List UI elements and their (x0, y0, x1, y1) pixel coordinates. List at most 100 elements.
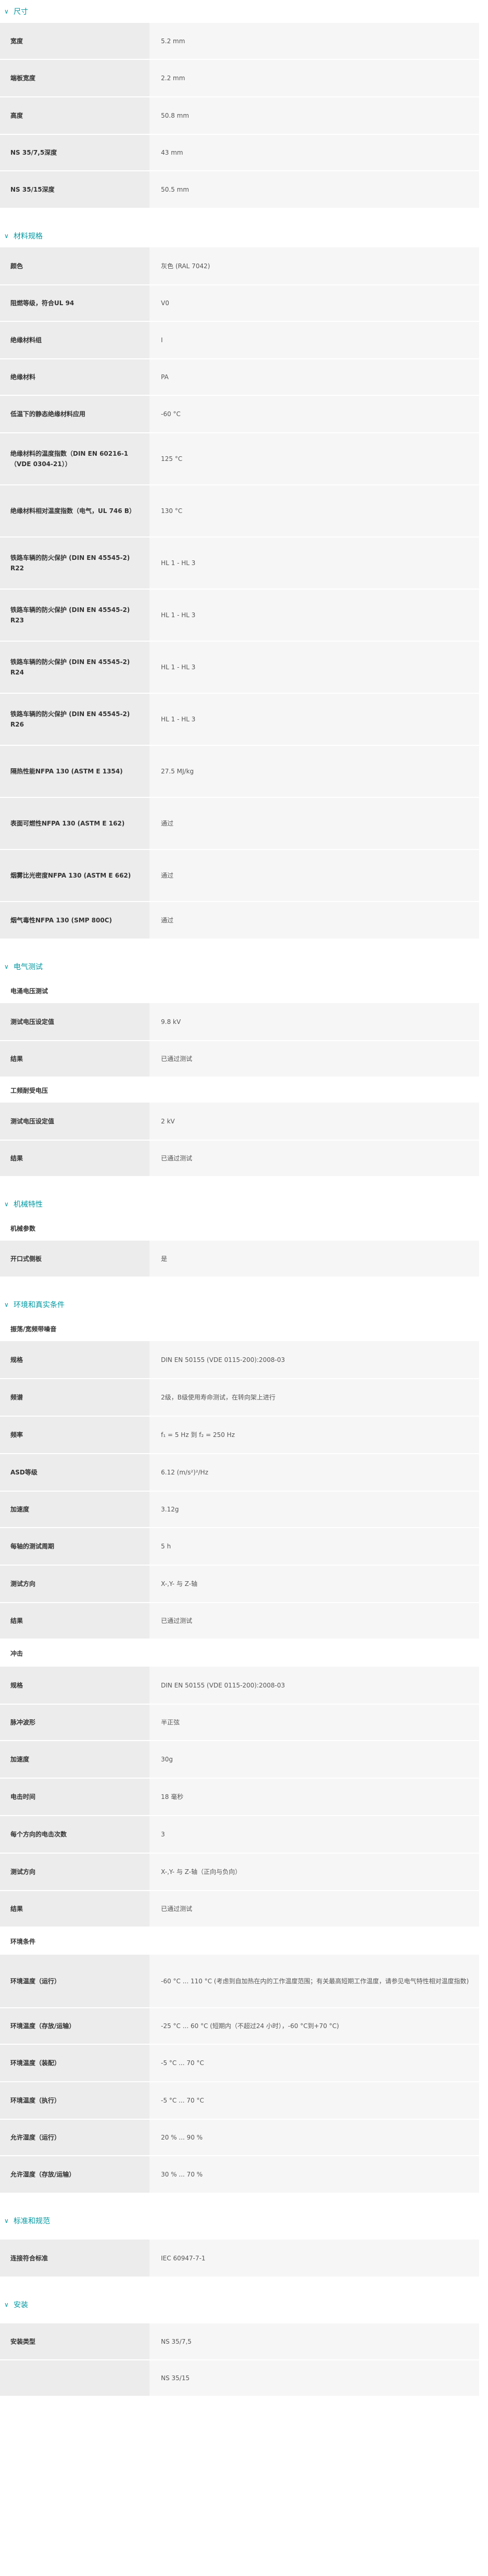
spec-table-material: 颜色 灰色 (RAL 7042) 阻燃等级，符合UL 94 V0 绝缘材料组 I 绝缘… (0, 247, 479, 940)
spec-value: 125 °C (149, 433, 479, 485)
spec-row: 铁路车辆的防火保护 (DIN EN 45545-2) R23 HL 1 - HL … (0, 589, 479, 642)
spec-row: 测试电压设定值 2 kV (0, 1103, 479, 1141)
spec-key: 测试电压设定值 (0, 1003, 149, 1041)
spec-row: 隔热性能NFPA 130 (ASTM E 1354) 27.5 MJ/kg (0, 745, 479, 798)
spec-value: NS 35/15 (149, 2360, 479, 2397)
spec-row: 铁路车辆的防火保护 (DIN EN 45545-2) R24 HL 1 - HL … (0, 641, 479, 694)
section-header-mechanical[interactable]: ∨ 机械特性 (0, 1193, 488, 1216)
spec-value: X-,Y- 与 Z-轴 (149, 1565, 479, 1603)
chevron-down-icon: ∨ (4, 1201, 9, 1208)
spec-row: 结果 已通过测试 (0, 1041, 479, 1078)
spec-value: 5.2 mm (149, 23, 479, 60)
spec-key: 环境温度（装配） (0, 2044, 149, 2082)
spec-key: 端板宽度 (0, 59, 149, 97)
spec-key: 低温下的静态绝缘材料应用 (0, 395, 149, 433)
spec-row: 结果 已通过测试 (0, 1891, 479, 1928)
spec-key: 隔热性能NFPA 130 (ASTM E 1354) (0, 745, 149, 798)
spec-row: 高度 50.8 mm (0, 97, 479, 135)
section-title: 机械特性 (14, 1201, 43, 1209)
spec-value: 43 mm (149, 134, 479, 171)
spec-value: 3.12g (149, 1491, 479, 1528)
spec-row: 环境温度（运行） -60 °C ... 110 °C (考虑到自加热在内的工作温度… (0, 1955, 479, 2008)
spec-value: DIN EN 50155 (VDE 0115-200):2008-03 (149, 1341, 479, 1379)
spec-row: 连接符合标准 IEC 60947-7-1 (0, 2240, 479, 2278)
subsection-title: 电涌电压测试 (10, 987, 48, 995)
spec-row: 测试方向 X-,Y- 与 Z-轴（正向与负向） (0, 1853, 479, 1891)
spec-row: 低温下的静态绝缘材料应用 -60 °C (0, 395, 479, 433)
subsection-title: 工频耐受电压 (10, 1086, 48, 1094)
spec-row: 烟气毒性NFPA 130 (SMP 800C) 通过 (0, 902, 479, 940)
spec-key: 允许湿度（存放/运输） (0, 2156, 149, 2194)
spec-key: 脉冲波形 (0, 1704, 149, 1741)
spec-row: 绝缘材料的温度指数（DIN EN 60216-1（VDE 0304-21）） 12… (0, 433, 479, 485)
spec-row: 频率 f₁ = 5 Hz 到 f₂ = 250 Hz (0, 1416, 479, 1454)
spec-key: 高度 (0, 97, 149, 135)
spec-key: 每轴的测试周期 (0, 1528, 149, 1566)
spec-value: -5 °C ... 70 °C (149, 2082, 479, 2120)
spec-row: NS 35/15深度 50.5 mm (0, 171, 479, 209)
spec-key: 测试方向 (0, 1565, 149, 1603)
spec-value: HL 1 - HL 3 (149, 641, 479, 694)
spec-row: 铁路车辆的防火保护 (DIN EN 45545-2) R26 HL 1 - HL … (0, 693, 479, 746)
spec-row: ASD等级 6.12 (m/s²)²/Hz (0, 1454, 479, 1492)
section-title: 安装 (14, 2301, 28, 2309)
spec-value: 2 kV (149, 1103, 479, 1141)
spec-key: 连接符合标准 (0, 2240, 149, 2278)
spec-value: IEC 60947-7-1 (149, 2240, 479, 2278)
spec-key: 表面可燃性NFPA 130 (ASTM E 162) (0, 797, 149, 850)
section-header-environment[interactable]: ∨ 环境和真实条件 (0, 1293, 488, 1316)
subsection-title: 振荡/宽频带噪音 (10, 1325, 57, 1333)
spec-row: 规格 DIN EN 50155 (VDE 0115-200):2008-03 (0, 1341, 479, 1379)
spec-key: 铁路车辆的防火保护 (DIN EN 45545-2) R22 (0, 537, 149, 590)
section-header-mounting[interactable]: ∨ 安装 (0, 2293, 488, 2316)
section-header-dimensions[interactable]: ∨ 尺寸 (0, 0, 488, 23)
spec-table-dimensions: 宽度 5.2 mm 端板宽度 2.2 mm 高度 50.8 mm NS 35/7,5深… (0, 23, 479, 209)
spec-page: ∨ 尺寸 宽度 5.2 mm 端板宽度 2.2 mm 高度 50.8 mm NS 35/… (0, 0, 488, 2397)
spec-row: 安装类型 NS 35/7,5 (0, 2323, 479, 2360)
spec-key: 铁路车辆的防火保护 (DIN EN 45545-2) R24 (0, 641, 149, 694)
spec-key: 铁路车辆的防火保护 (DIN EN 45545-2) R26 (0, 693, 149, 746)
spec-row: 允许湿度（运行） 20 % ... 90 % (0, 2119, 479, 2156)
section-title: 材料规格 (14, 232, 43, 241)
spec-key: 频率 (0, 1416, 149, 1454)
spec-key: 烟雾比光密度NFPA 130 (ASTM E 662) (0, 849, 149, 902)
spec-value: 半正弦 (149, 1704, 479, 1741)
spec-value: f₁ = 5 Hz 到 f₂ = 250 Hz (149, 1416, 479, 1454)
spec-value: HL 1 - HL 3 (149, 537, 479, 590)
spec-value: 2级，B级使用寿命测试，在转向架上进行 (149, 1379, 479, 1417)
spec-key: 开口式侧板 (0, 1241, 149, 1278)
spec-row: 每轴的测试周期 5 h (0, 1528, 479, 1566)
spec-row: 频谱 2级，B级使用寿命测试，在转向架上进行 (0, 1379, 479, 1417)
spec-row: 每个方向的电击次数 3 (0, 1816, 479, 1854)
spec-row: NS 35/7,5深度 43 mm (0, 134, 479, 171)
subsection-title: 机械参数 (10, 1224, 36, 1232)
spec-value: -5 °C ... 70 °C (149, 2044, 479, 2082)
spec-key: NS 35/15深度 (0, 171, 149, 209)
chevron-down-icon: ∨ (4, 232, 9, 240)
spec-table-mechanical: 开口式侧板是 (0, 1241, 479, 1278)
spec-key: 规格 (0, 1341, 149, 1379)
spec-row: 脉冲波形 半正弦 (0, 1704, 479, 1741)
spec-key: 绝缘材料 (0, 359, 149, 396)
section-title: 环境和真实条件 (14, 1301, 65, 1309)
section-header-standards[interactable]: ∨ 标准和规范 (0, 2209, 488, 2232)
chevron-down-icon: ∨ (4, 963, 9, 970)
spec-table-shock: 规格 DIN EN 50155 (VDE 0115-200):2008-03 脉冲… (0, 1667, 479, 1928)
chevron-down-icon: ∨ (4, 2301, 9, 2308)
spec-key: 烟气毒性NFPA 130 (SMP 800C) (0, 902, 149, 940)
spec-key: 颜色 (0, 247, 149, 285)
spec-value: 30 % ... 70 % (149, 2156, 479, 2194)
spec-key: ASD等级 (0, 1454, 149, 1492)
spec-row: 环境温度（装配） -5 °C ... 70 °C (0, 2044, 479, 2082)
spec-key: 安装类型 (0, 2323, 149, 2360)
spec-row: 绝缘材料 PA (0, 359, 479, 396)
spec-value: -25 °C ... 60 °C (短期内（不超过24 小时），-60 °C到+… (149, 2008, 479, 2045)
section-header-electrical[interactable]: ∨ 电气测试 (0, 955, 488, 978)
spec-key: 宽度 (0, 23, 149, 60)
spec-value: 已通过测试 (149, 1140, 479, 1177)
section-header-material[interactable]: ∨ 材料规格 (0, 224, 488, 247)
spec-key: 频谱 (0, 1379, 149, 1417)
spec-value: DIN EN 50155 (VDE 0115-200):2008-03 (149, 1667, 479, 1705)
spec-row: 铁路车辆的防火保护 (DIN EN 45545-2) R22 HL 1 - HL … (0, 537, 479, 590)
spec-key: 绝缘材料组 (0, 321, 149, 359)
